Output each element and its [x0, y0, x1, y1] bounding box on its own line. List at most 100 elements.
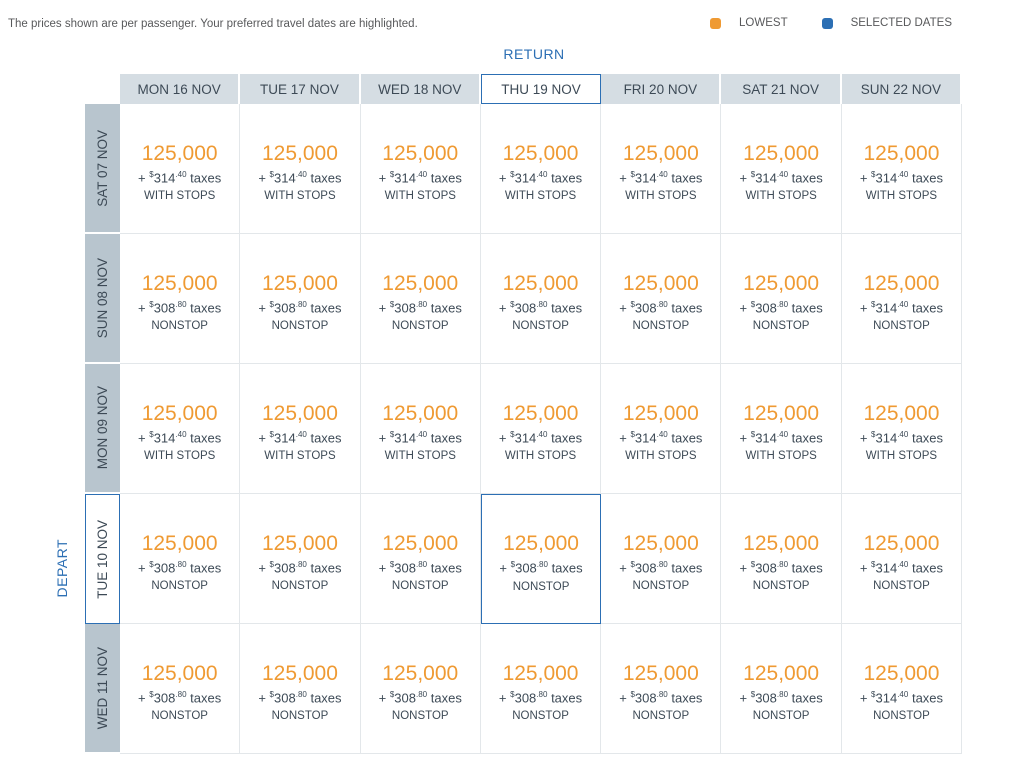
fare-cell[interactable]: 125,000 + $308.80 taxes NONSTOP	[120, 494, 241, 624]
taxes-word: taxes	[791, 430, 823, 446]
fare-stops: NONSTOP	[873, 580, 930, 593]
tax-cents: 80	[418, 559, 428, 569]
fare-cell[interactable]: 125,000 + $308.80 taxes NONSTOP	[240, 494, 361, 624]
depart-date-header[interactable]: SAT 07 NOV	[85, 104, 120, 234]
fare-taxes: + $308.80 taxes	[138, 559, 222, 576]
fare-cell[interactable]: 125,000 + $308.80 taxes NONSTOP	[120, 234, 241, 364]
fare-cell[interactable]: 125,000 + $314.40 taxes WITH STOPS	[601, 104, 722, 234]
fare-miles: 125,000	[382, 401, 459, 425]
fare-taxes: + $314.40 taxes	[859, 559, 944, 576]
depart-date-header[interactable]: WED 11 NOV	[85, 624, 120, 754]
fare-stops: NONSTOP	[632, 710, 690, 723]
fare-stops: NONSTOP	[512, 710, 569, 723]
fare-cell[interactable]: 125,000 + $314.40 taxes WITH STOPS	[601, 364, 722, 494]
fare-cell[interactable]: 125,000 + $314.40 taxes WITH STOPS	[120, 364, 241, 494]
fare-cell[interactable]: 125,000 + $308.80 taxes NONSTOP	[480, 494, 602, 624]
tax-dollars: 308	[153, 300, 176, 316]
fare-cell[interactable]: 125,000 + $308.80 taxes NONSTOP	[120, 624, 241, 754]
fare-miles: 125,000	[743, 531, 820, 555]
fare-stops: WITH STOPS	[745, 450, 817, 463]
depart-date-header[interactable]: SUN 08 NOV	[85, 234, 120, 364]
fare-cell[interactable]: 125,000 + $308.80 taxes NONSTOP	[601, 624, 722, 754]
fare-cell[interactable]: 125,000 + $308.80 taxes NONSTOP	[360, 624, 481, 754]
fare-miles: 125,000	[382, 271, 459, 295]
fare-stops: WITH STOPS	[384, 190, 456, 203]
fare-cell[interactable]: 125,000 + $308.80 taxes NONSTOP	[721, 494, 842, 624]
fare-cell[interactable]: 125,000 + $314.40 taxes WITH STOPS	[360, 104, 481, 234]
fare-cell[interactable]: 125,000 + $308.80 taxes NONSTOP	[360, 494, 481, 624]
fare-cell[interactable]: 125,000 + $314.40 taxes WITH STOPS	[721, 364, 842, 494]
taxes-word: taxes	[671, 170, 703, 186]
tax-cents: 80	[658, 299, 668, 309]
return-date-header[interactable]: MON 16 NOV	[120, 74, 241, 104]
return-date-header[interactable]: SUN 22 NOV	[841, 74, 963, 104]
tax-cents: 80	[297, 559, 307, 569]
tax-cents: 80	[779, 559, 789, 569]
tax-dollars: 314	[153, 430, 176, 446]
fare-stops: WITH STOPS	[865, 450, 938, 463]
fare-cell[interactable]: 125,000 + $308.80 taxes NONSTOP	[480, 624, 602, 754]
fare-stops: WITH STOPS	[264, 190, 336, 203]
depart-date-label: SAT 07 NOV	[95, 129, 110, 207]
taxes-word: taxes	[190, 300, 222, 316]
fare-miles: 125,000	[743, 141, 820, 165]
tax-cents: 40	[297, 429, 307, 439]
fare-cell[interactable]: 125,000 + $308.80 taxes NONSTOP	[601, 494, 722, 624]
fare-taxes: + $308.80 taxes	[739, 559, 823, 576]
tax-dollars: 308	[153, 690, 176, 706]
depart-date-header[interactable]: TUE 10 NOV	[85, 494, 120, 624]
return-date-header[interactable]: SAT 21 NOV	[721, 74, 842, 104]
fare-cell[interactable]: 125,000 + $308.80 taxes NONSTOP	[721, 234, 842, 364]
fare-taxes: + $308.80 taxes	[258, 689, 342, 706]
taxes-word: taxes	[310, 560, 342, 576]
fare-cell[interactable]: 125,000 + $314.40 taxes WITH STOPS	[721, 104, 842, 234]
tax-cents: 80	[658, 559, 668, 569]
fare-cell[interactable]: 125,000 + $314.40 taxes NONSTOP	[841, 234, 963, 364]
fare-cell[interactable]: 125,000 + $308.80 taxes NONSTOP	[721, 624, 842, 754]
fare-miles: 125,000	[622, 401, 699, 425]
fare-cell[interactable]: 125,000 + $314.40 taxes WITH STOPS	[240, 364, 361, 494]
fare-cell[interactable]: 125,000 + $308.80 taxes NONSTOP	[360, 234, 481, 364]
fare-taxes: + $308.80 taxes	[258, 299, 342, 316]
fare-taxes: + $314.40 taxes	[619, 169, 703, 186]
fare-miles: 125,000	[622, 661, 699, 685]
tax-cents: 80	[297, 299, 307, 309]
fare-cell[interactable]: 125,000 + $308.80 taxes NONSTOP	[480, 234, 602, 364]
fare-taxes: + $308.80 taxes	[739, 689, 823, 706]
return-date-header[interactable]: WED 18 NOV	[360, 74, 481, 104]
fare-cell[interactable]: 125,000 + $314.40 taxes NONSTOP	[841, 494, 963, 624]
fare-cell[interactable]: 125,000 + $314.40 taxes WITH STOPS	[480, 104, 602, 234]
depart-date-label: MON 09 NOV	[95, 386, 110, 470]
fare-taxes: + $314.40 taxes	[859, 429, 944, 446]
fare-stops: NONSTOP	[151, 580, 208, 593]
tax-dollars: 314	[875, 560, 898, 576]
fare-cell[interactable]: 125,000 + $314.40 taxes WITH STOPS	[360, 364, 481, 494]
fare-miles: 125,000	[863, 401, 940, 425]
tax-dollars: 308	[274, 560, 296, 576]
return-date-header[interactable]: FRI 20 NOV	[601, 74, 722, 104]
fare-miles: 125,000	[622, 141, 699, 165]
taxes-word: taxes	[190, 690, 222, 706]
return-date-header[interactable]: THU 19 NOV	[480, 74, 602, 104]
depart-date-label: WED 11 NOV	[95, 646, 110, 730]
taxes-word: taxes	[310, 690, 342, 706]
fare-cell[interactable]: 125,000 + $314.40 taxes WITH STOPS	[841, 364, 963, 494]
depart-date-header[interactable]: MON 09 NOV	[85, 364, 120, 494]
fare-cell[interactable]: 125,000 + $314.40 taxes WITH STOPS	[480, 364, 602, 494]
taxes-word: taxes	[430, 430, 462, 446]
fare-cell[interactable]: 125,000 + $308.80 taxes NONSTOP	[601, 234, 722, 364]
fare-cell[interactable]: 125,000 + $308.80 taxes NONSTOP	[240, 624, 361, 754]
tax-cents: 40	[658, 169, 668, 179]
tax-cents: 40	[418, 169, 428, 179]
fare-cell[interactable]: 125,000 + $314.40 taxes WITH STOPS	[841, 104, 963, 234]
fare-cell[interactable]: 125,000 + $314.40 taxes WITH STOPS	[240, 104, 361, 234]
fare-taxes: + $308.80 taxes	[498, 689, 583, 706]
fare-miles: 125,000	[141, 401, 218, 425]
fare-cell[interactable]: 125,000 + $314.40 taxes NONSTOP	[841, 624, 963, 754]
return-date-header[interactable]: TUE 17 NOV	[240, 74, 361, 104]
fare-cell[interactable]: 125,000 + $308.80 taxes NONSTOP	[240, 234, 361, 364]
fare-miles: 125,000	[261, 141, 338, 165]
fare-taxes: + $308.80 taxes	[619, 689, 703, 706]
fare-cell[interactable]: 125,000 + $314.40 taxes WITH STOPS	[120, 104, 241, 234]
fare-miles: 125,000	[382, 141, 459, 165]
